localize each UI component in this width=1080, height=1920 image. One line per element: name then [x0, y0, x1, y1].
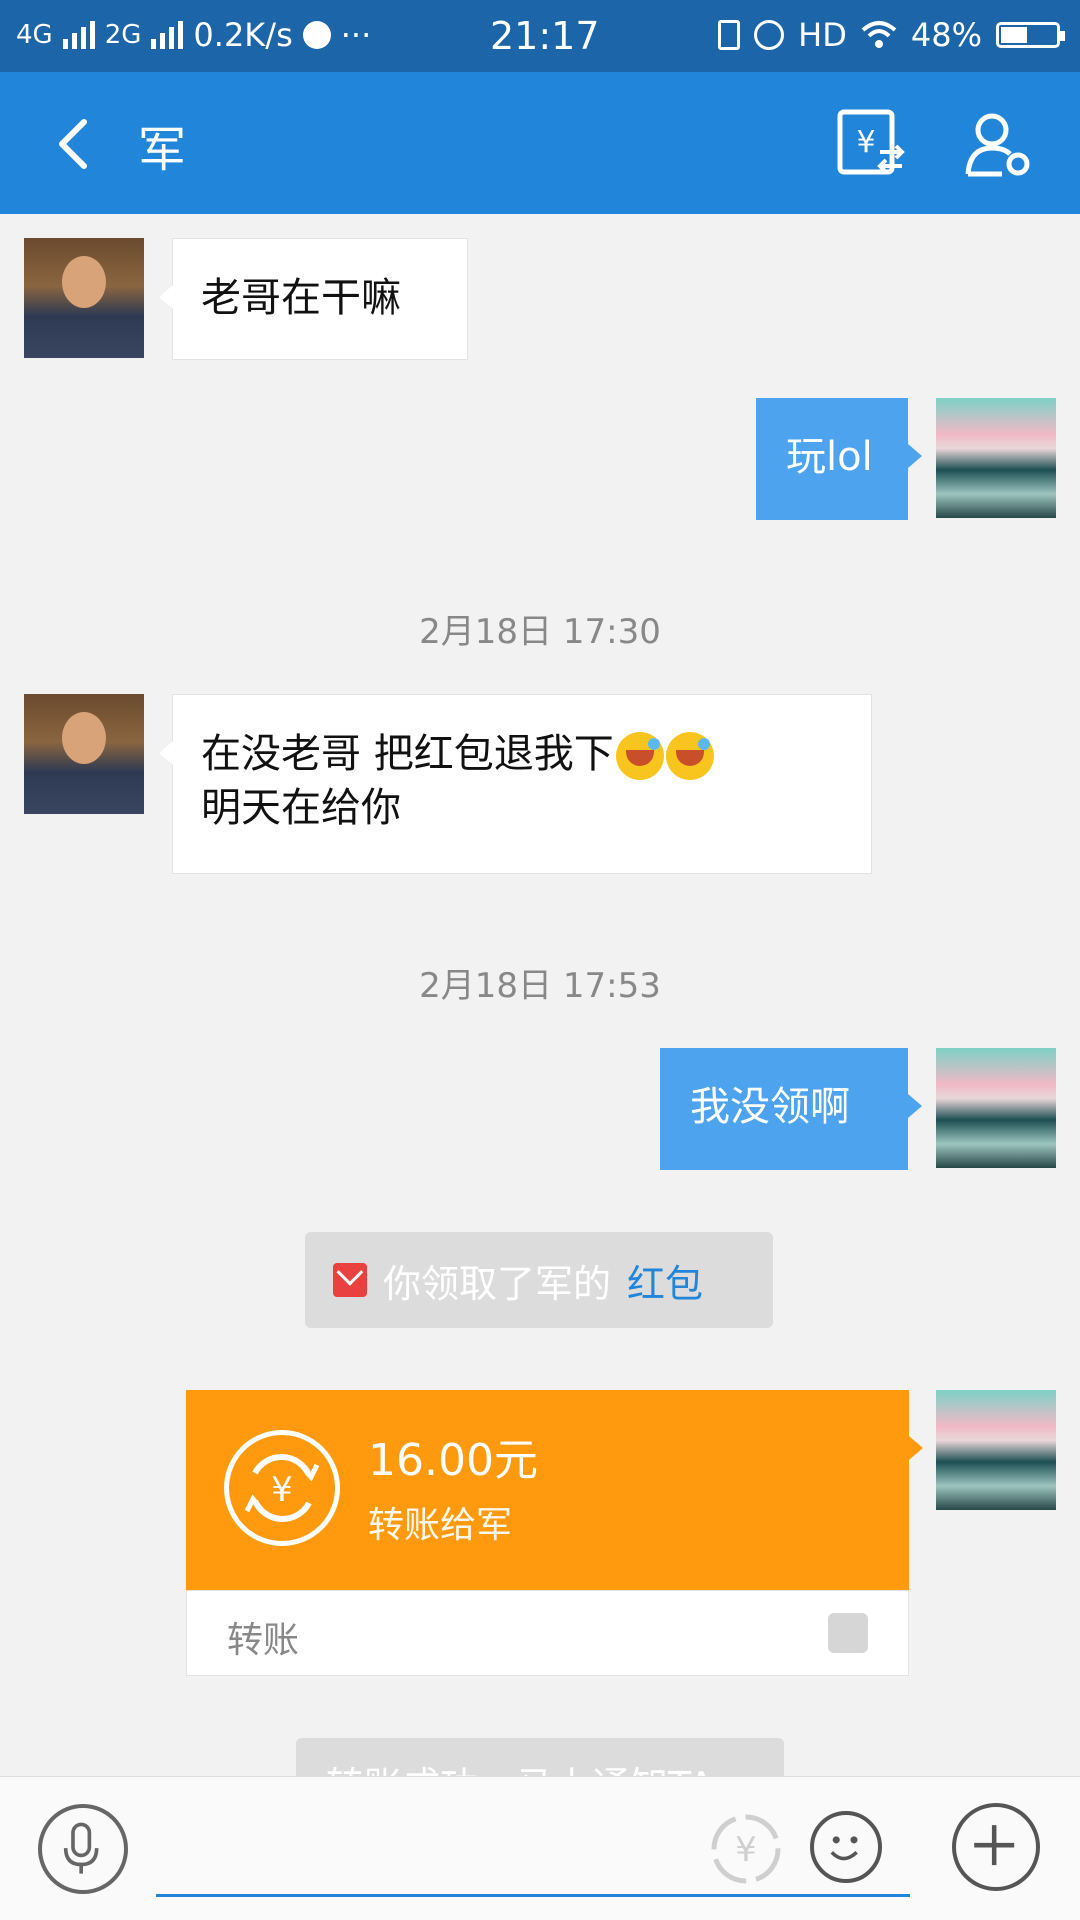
transfer-card-footer: 转账 — [186, 1590, 909, 1676]
friend-avatar[interactable] — [24, 694, 144, 814]
money-transfer-icon[interactable]: ¥ — [836, 108, 906, 178]
vibrate-icon — [718, 20, 741, 50]
notice-text: 你领取了军的 — [383, 1261, 612, 1306]
message-text: 老哥在干嘛 — [201, 275, 401, 321]
hd-indicator: HD — [798, 16, 847, 54]
message-bubble-outgoing[interactable]: 我没领啊 — [660, 1048, 922, 1170]
message-text-line-1: 在没老哥 把红包退我下 — [201, 731, 614, 777]
signal-icon-2 — [151, 21, 184, 49]
battery-level-fill — [1001, 27, 1027, 43]
red-packet-notice: 你领取了军的 红包 — [305, 1232, 773, 1328]
planet-icon — [302, 21, 331, 49]
more-actions-plus-icon[interactable] — [952, 1803, 1040, 1891]
message-bubble-outgoing[interactable]: 玩lol — [756, 398, 922, 520]
timestamp: 2月18日 17:53 — [419, 966, 661, 1006]
svg-text:¥: ¥ — [271, 1470, 293, 1510]
network-type-2: 2G — [104, 20, 142, 50]
send-money-icon[interactable]: ¥ — [708, 1811, 784, 1887]
battery-icon — [996, 22, 1065, 48]
transfer-amount: 16.00元 — [368, 1435, 538, 1486]
alipay-logo-icon — [828, 1613, 868, 1653]
timestamp: 2月18日 17:30 — [419, 612, 661, 652]
emoji-icon[interactable] — [810, 1811, 882, 1883]
svg-text:¥: ¥ — [735, 1830, 757, 1870]
network-type-1: 4G — [16, 20, 53, 50]
more-indicator: ··· — [340, 16, 372, 54]
chat-header: 军 ¥ — [0, 72, 1080, 214]
my-avatar[interactable] — [936, 1048, 1056, 1168]
network-speed: 0.2K/s — [193, 16, 293, 54]
message-text-line-2: 明天在给你 — [201, 785, 401, 831]
my-avatar[interactable] — [936, 398, 1056, 518]
voice-input-icon[interactable] — [38, 1804, 128, 1894]
friend-avatar[interactable] — [24, 238, 144, 358]
wifi-icon — [861, 21, 897, 48]
user-settings-icon[interactable] — [962, 108, 1034, 180]
transfer-footer-label: 转账 — [227, 1620, 300, 1661]
transfer-card[interactable]: ¥ 16.00元 转账给军 转账 — [186, 1390, 923, 1676]
battery-percent: 48% — [910, 16, 982, 54]
message-text: 玩lol — [786, 434, 873, 480]
message-bubble-incoming[interactable]: 老哥在干嘛 — [159, 238, 468, 360]
back-chevron-icon[interactable] — [48, 116, 104, 172]
laughing-tears-emoji-icon — [665, 732, 714, 780]
my-avatar[interactable] — [936, 1390, 1056, 1510]
laughing-tears-emoji-icon — [615, 732, 664, 780]
signal-icon — [62, 21, 95, 49]
status-bar: 4G 2G 0.2K/s ··· 21:17 HD 48% — [0, 0, 1080, 72]
svg-text:¥: ¥ — [856, 125, 875, 160]
message-bubble-incoming[interactable]: 在没老哥 把红包退我下 明天在给你 — [159, 694, 872, 874]
transfer-coin-icon: ¥ — [224, 1430, 340, 1546]
red-packet-link[interactable]: 红包 — [627, 1253, 703, 1308]
chat-title: 军 — [138, 122, 187, 178]
input-bar: ¥ — [0, 1776, 1080, 1920]
red-envelope-icon — [333, 1263, 367, 1297]
transfer-description: 转账给军 — [368, 1505, 513, 1546]
alarm-icon — [754, 20, 785, 50]
message-input-field[interactable] — [156, 1894, 910, 1897]
message-text: 我没领啊 — [690, 1084, 850, 1130]
clock: 21:17 — [490, 14, 600, 58]
transfer-card-body[interactable]: ¥ 16.00元 转账给军 — [186, 1390, 923, 1590]
